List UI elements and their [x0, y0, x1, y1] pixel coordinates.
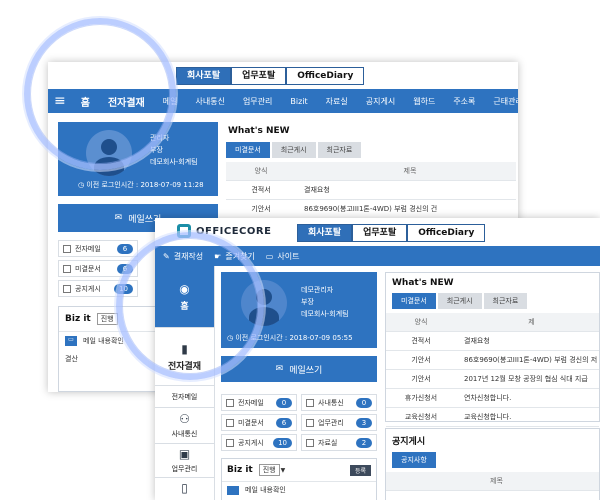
stat-pending-docs[interactable]: 미결문서 6 — [221, 414, 297, 431]
envelope-icon: ✉ — [275, 364, 284, 374]
bizit-title: Biz it — [227, 465, 253, 475]
profile-company: 데모회사-회계팀 — [150, 158, 198, 166]
back-whatsnew-panel: What's NEW 미결문서 최근게시 최근자료 양식 제목 견적서 결재요청 기… — [226, 122, 516, 222]
bizit-register-button[interactable]: 등록 — [349, 464, 371, 476]
mail-icon — [63, 244, 71, 253]
stat-work-management[interactable]: 업무관리 3 — [301, 414, 377, 431]
bizit-status-select[interactable]: 진행 — [258, 464, 280, 476]
table-row[interactable]: 견적서 결재요청 — [226, 181, 516, 200]
tab-recent-posts[interactable]: 최근게시 — [437, 293, 482, 309]
document-icon — [63, 264, 71, 273]
table-header: 양식 제목 — [226, 162, 516, 181]
mail-icon — [226, 398, 234, 407]
tab-office-diary[interactable]: OfficeDiary — [286, 67, 365, 85]
nav-notice[interactable]: 공지게시 — [357, 96, 404, 107]
magnifier-lens-bottom — [116, 232, 264, 380]
sidebar-item-work-management[interactable]: ▣ 업무관리 — [155, 444, 214, 478]
tab-work-portal[interactable]: 업무포탈 — [352, 224, 408, 242]
last-login-time: 이전 로그인시간 : 2018-07-09 11:28 — [86, 181, 204, 189]
sidebar-item-phone[interactable]: ▯ — [155, 478, 214, 500]
profile-name: 데모관리자 — [301, 286, 334, 294]
front-whatsnew-panel: What's NEW 미결문서 최근게시 최근자료 양식 제 견적서 결재요청 기안… — [385, 272, 600, 427]
envelope-icon: ✉ — [114, 213, 123, 223]
nav-webhard[interactable]: 웹하드 — [404, 96, 444, 107]
table-row[interactable]: 견적서 결재요청 — [386, 332, 599, 351]
stat-notices[interactable]: 공지게시 10 — [221, 434, 297, 451]
sidebar-item-internal-comm[interactable]: ⚇ 사내통신 — [155, 408, 214, 444]
notice-icon — [63, 284, 71, 293]
nav-bizit[interactable]: Bizit — [281, 97, 316, 106]
nav-address-book[interactable]: 주소록 — [444, 96, 484, 107]
clock-icon: ◷ — [78, 181, 85, 189]
table-row[interactable]: 기안서 86호9690(봉고III1톤-4WD) 부럼 경신의 저 — [386, 351, 599, 370]
archive-icon — [306, 438, 314, 447]
notice-icon — [226, 438, 234, 447]
briefcase-icon: ▣ — [178, 447, 191, 461]
table-row[interactable]: 기안서 2017년 12월 모창 공장의 협심 식대 지급 — [386, 370, 599, 389]
bizit-status-select[interactable]: 진행 — [96, 313, 118, 325]
tab-office-diary[interactable]: OfficeDiary — [407, 224, 486, 242]
stat-email[interactable]: 전자메일 0 — [221, 394, 297, 411]
write-mail-label: 메일쓰기 — [289, 365, 323, 376]
profile-company: 데모회사-회계팀 — [301, 310, 349, 318]
bizit-title: Biz it — [65, 314, 91, 324]
nav-internal-comm[interactable]: 사내통신 — [186, 96, 233, 107]
stat-internal-comm[interactable]: 사내통신 0 — [301, 394, 377, 411]
tab-announcements[interactable]: 공지사항 — [392, 452, 436, 468]
tab-company-portal[interactable]: 회사포탈 — [297, 224, 353, 242]
front-stats-left: 전자메일 0 미결문서 6 공지게시 10 — [221, 394, 297, 454]
nav-work-management[interactable]: 업무관리 — [234, 96, 281, 107]
profile-position: 부장 — [301, 298, 314, 306]
front-notice-panel: 공지게시 공지사항 제목 — [385, 428, 600, 500]
table-header: 제목 — [386, 472, 599, 491]
magnifier-lens-top — [24, 18, 176, 170]
toolbar-sites[interactable]: 사이트 — [275, 251, 308, 262]
table-row[interactable]: 휴가신청서 연차신청합니다. — [386, 389, 599, 408]
bizit-item[interactable]: 메일 내용확인 — [83, 336, 124, 346]
people-icon — [306, 398, 314, 407]
front-top-tabs: 회사포탈 업무포탈 OfficeDiary — [297, 224, 486, 242]
whatsnew-title: What's NEW — [228, 126, 290, 136]
tab-pending-docs[interactable]: 미결문서 — [226, 142, 270, 158]
tab-recent-files[interactable]: 최근자료 — [483, 293, 528, 309]
profile-position: 부장 — [150, 146, 163, 154]
sidebar-item-label: 업무관리 — [171, 465, 198, 473]
briefcase-icon — [306, 418, 314, 427]
tab-work-portal[interactable]: 업무포탈 — [231, 67, 287, 85]
sidebar-item-label: 사내통신 — [171, 430, 198, 438]
stat-email[interactable]: 전자메일 6 — [58, 240, 138, 257]
tab-recent-files[interactable]: 최근자료 — [317, 142, 362, 158]
sidebar-item-label: 전자메일 — [171, 392, 198, 401]
tab-recent-posts[interactable]: 최근게시 — [271, 142, 316, 158]
nav-archive[interactable]: 자료실 — [317, 96, 357, 107]
people-icon: ⚇ — [179, 412, 190, 426]
nav-attendance[interactable]: 근태관리 — [484, 96, 518, 107]
whatsnew-title: What's NEW — [392, 278, 454, 288]
sidebar-item-email[interactable]: 전자메일 — [155, 386, 214, 408]
chat-icon: ▭ — [65, 336, 77, 346]
phone-icon: ▯ — [181, 480, 188, 495]
monitor-icon: ▭ — [265, 251, 274, 261]
bizit-item[interactable]: 메일 내용확인 — [245, 485, 286, 495]
front-bizit-panel: Biz it 진행 ▼ 등록 메일 내용확인 — [221, 458, 377, 500]
table-row[interactable]: 교육신청서 교육신청합니다. — [386, 408, 599, 427]
document-icon — [226, 418, 234, 427]
chevron-down-icon[interactable]: ▼ — [281, 467, 286, 474]
back-top-tabs: 회사포탈 업무포탈 OfficeDiary — [176, 67, 365, 85]
table-header: 양식 제 — [386, 313, 599, 332]
tab-company-portal[interactable]: 회사포탈 — [176, 67, 232, 85]
tab-pending-docs[interactable]: 미결문서 — [392, 293, 436, 309]
front-stats-right: 사내통신 0 업무관리 3 자료실 2 — [301, 394, 377, 454]
table-row[interactable]: 기안서 86호9690(봉고III1톤-4WD) 부럼 경신의 건 — [226, 200, 516, 219]
chat-icon — [227, 485, 239, 495]
stat-archive[interactable]: 자료실 2 — [301, 434, 377, 451]
notice-title: 공지게시 — [392, 437, 426, 447]
front-write-mail-button[interactable]: ✉ 메일쓰기 — [221, 356, 377, 382]
